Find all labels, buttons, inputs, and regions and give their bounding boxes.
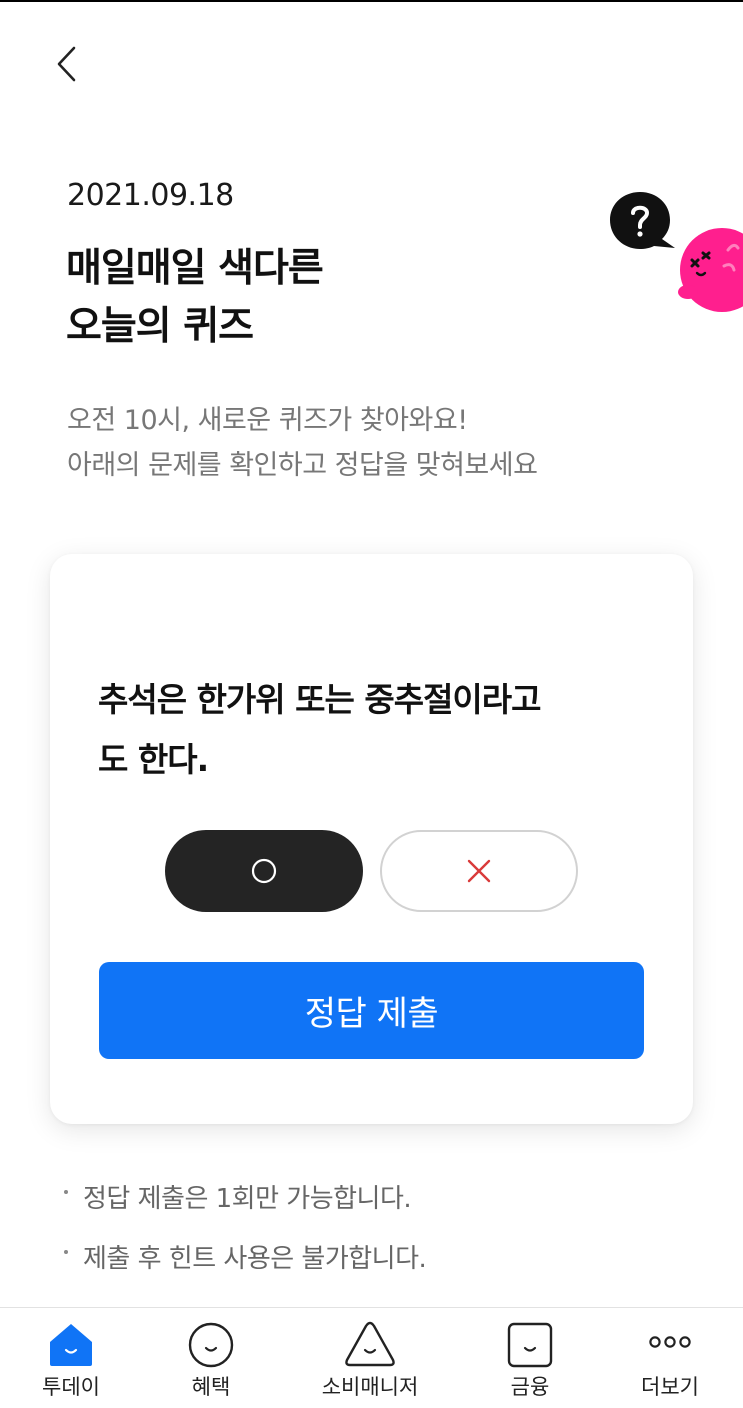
answer-o-button[interactable] bbox=[165, 830, 363, 912]
circle-o-icon bbox=[251, 858, 277, 884]
title-line-1: 매일매일 색다른 bbox=[66, 246, 324, 291]
top-border bbox=[0, 0, 743, 2]
page-description: 오전 10시, 새로운 퀴즈가 찾아와요! 아래의 문제를 확인하고 정답을 맞… bbox=[67, 398, 538, 488]
x-mark-icon bbox=[467, 859, 491, 883]
pink-character-icon bbox=[678, 228, 743, 312]
page-title: 매일매일 색다른 오늘의 퀴즈 bbox=[66, 240, 324, 356]
back-button[interactable] bbox=[44, 36, 92, 92]
tab-more[interactable]: 더보기 bbox=[610, 1308, 730, 1408]
tab-label: 혜택 bbox=[191, 1375, 231, 1399]
chevron-left-icon bbox=[57, 46, 76, 82]
bullet-dot bbox=[64, 1250, 68, 1254]
tab-label: 소비매니저 bbox=[321, 1375, 419, 1399]
notice-item: 정답 제출은 1회만 가능합니다. bbox=[64, 1174, 426, 1218]
question-line-2: 도 한다. bbox=[98, 740, 209, 779]
more-dots-icon bbox=[649, 1336, 691, 1348]
tab-benefits[interactable]: 혜택 bbox=[151, 1308, 271, 1408]
tab-finance[interactable]: 금융 bbox=[470, 1308, 590, 1408]
description-line-2: 아래의 문제를 확인하고 정답을 맞혀보세요 bbox=[67, 450, 538, 481]
tab-label: 더보기 bbox=[641, 1375, 699, 1399]
submit-answer-button[interactable]: 정답 제출 bbox=[99, 962, 644, 1059]
bullet-dot bbox=[64, 1190, 68, 1194]
title-line-2: 오늘의 퀴즈 bbox=[66, 304, 254, 349]
home-icon bbox=[50, 1324, 92, 1366]
smile-square-icon bbox=[507, 1322, 553, 1368]
quiz-page: 2021.09.18 매일매일 색다른 오늘의 퀴즈 오전 10시, 새로운 퀴… bbox=[0, 0, 743, 1408]
quiz-question: 추석은 한가위 또는 중추절이라고 도 한다. bbox=[98, 670, 542, 790]
quiz-mascot-icon bbox=[610, 192, 743, 312]
description-line-1: 오전 10시, 새로운 퀴즈가 찾아와요! bbox=[67, 405, 468, 436]
answer-x-button[interactable] bbox=[380, 830, 578, 912]
bottom-tab-bar: 투데이 혜택 소비매니저 금융 더보기 bbox=[0, 1307, 743, 1408]
question-line-1: 추석은 한가위 또는 중추절이라고 bbox=[98, 680, 542, 719]
question-bubble-icon bbox=[610, 192, 675, 249]
quiz-date: 2021.09.18 bbox=[67, 178, 234, 213]
notice-item: 제출 후 힌트 사용은 불가합니다. bbox=[64, 1234, 427, 1278]
quiz-card: 추석은 한가위 또는 중추절이라고 도 한다. 정답 제출 bbox=[50, 554, 693, 1124]
tab-spending-manager[interactable]: 소비매니저 bbox=[310, 1308, 430, 1408]
notice-list: 정답 제출은 1회만 가능합니다. 제출 후 힌트 사용은 불가합니다. bbox=[64, 1174, 427, 1294]
notice-text: 정답 제출은 1회만 가능합니다. bbox=[83, 1183, 412, 1214]
smile-circle-icon bbox=[188, 1322, 234, 1368]
tab-label: 금융 bbox=[510, 1375, 550, 1399]
tab-label: 투데이 bbox=[42, 1375, 100, 1399]
notice-text: 제출 후 힌트 사용은 불가합니다. bbox=[83, 1243, 427, 1274]
tab-today[interactable]: 투데이 bbox=[11, 1308, 131, 1408]
smile-triangle-icon bbox=[345, 1321, 395, 1367]
